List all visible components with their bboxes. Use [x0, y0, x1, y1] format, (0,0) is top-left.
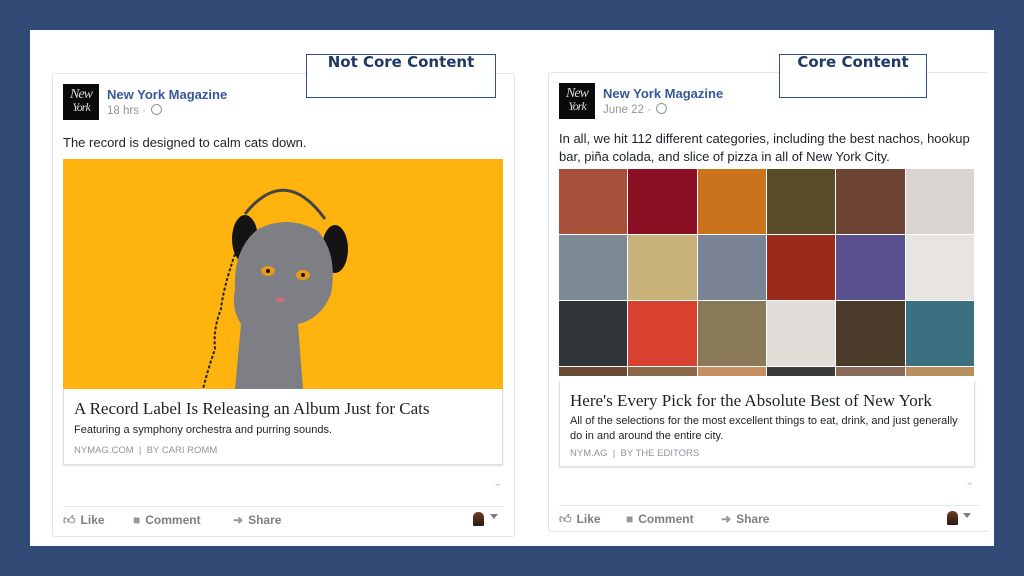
not-core-content-label: Not Core Content [306, 54, 496, 98]
globe-icon [151, 104, 163, 115]
photo-tile [836, 235, 906, 301]
photo-tile [559, 301, 629, 367]
page-logo[interactable]: New York [63, 84, 99, 120]
link-preview[interactable]: A Record Label Is Releasing an Album Jus… [63, 389, 503, 465]
photo-tile [559, 235, 629, 301]
photo-tile [905, 169, 975, 235]
share-button[interactable]: ➜ Share [233, 513, 281, 527]
link-source: NYM.AG | BY THE EDITORS [570, 448, 700, 459]
comment-button[interactable]: ■ Comment [626, 512, 694, 526]
comment-icon: ■ [626, 512, 634, 526]
photo-tile [836, 301, 906, 367]
photo-tile [697, 301, 767, 367]
chevron-down-icon[interactable]: ⌄ [493, 476, 502, 489]
photo-tile [697, 235, 767, 301]
post-card-right: New York New York Magazine June 22 · In a… [548, 72, 989, 532]
cat-with-headphones-image[interactable] [63, 159, 503, 389]
post-actions: 👍︎ Like ■ Comment ➜ Share [559, 506, 979, 534]
caret-down-icon[interactable] [490, 514, 498, 519]
photo-tile [628, 301, 698, 367]
photo-tile [767, 235, 837, 301]
link-title[interactable]: A Record Label Is Releasing an Album Jus… [74, 399, 430, 419]
chevron-down-icon[interactable]: ⌄ [965, 475, 974, 488]
share-arrow-icon: ➜ [233, 513, 244, 527]
photo-tile [836, 169, 906, 235]
page-name-link[interactable]: New York Magazine [603, 86, 723, 101]
post-card-left: New York New York Magazine 18 hrs · The r… [52, 73, 515, 537]
link-preview[interactable]: Here's Every Pick for the Absolute Best … [559, 381, 975, 467]
share-arrow-icon: ➜ [721, 512, 732, 526]
post-meta: 18 hrs · [107, 104, 163, 117]
photo-tile [767, 169, 837, 235]
post-meta: June 22 · [603, 103, 668, 116]
avatar[interactable] [947, 511, 958, 525]
link-source: NYMAG.COM | BY CARI ROMM [74, 445, 218, 456]
page-logo[interactable]: New York [559, 83, 595, 119]
photo-tile [767, 367, 837, 377]
post-text: In all, we hit 112 different categories,… [559, 131, 970, 164]
thumbs-up-icon: 👍︎ [63, 513, 76, 527]
photo-tile [905, 367, 975, 377]
photo-tile [836, 367, 906, 377]
post-text: The record is designed to calm cats down… [63, 135, 307, 150]
post-actions: 👍︎ Like ■ Comment ➜ Share [63, 507, 503, 535]
page-name-link[interactable]: New York Magazine [107, 87, 227, 102]
link-title[interactable]: Here's Every Pick for the Absolute Best … [570, 391, 932, 411]
like-button[interactable]: 👍︎ Like [559, 512, 601, 527]
photo-tile [559, 169, 629, 235]
cat-illustration [202, 188, 348, 389]
photo-tile [628, 235, 698, 301]
link-description: All of the selections for the most excel… [570, 415, 958, 442]
link-description: Featuring a symphony orchestra and purri… [74, 424, 333, 436]
caret-down-icon[interactable] [963, 513, 971, 518]
comment-button[interactable]: ■ Comment [133, 513, 201, 527]
photo-grid [559, 169, 975, 381]
post-time[interactable]: 18 hrs [107, 105, 139, 117]
photo-tile [697, 367, 767, 377]
share-button[interactable]: ➜ Share [721, 512, 769, 526]
photo-tile [628, 169, 698, 235]
photo-tile [628, 367, 698, 377]
food-and-nightlife-photo-grid[interactable] [559, 169, 975, 381]
photo-tile [905, 301, 975, 367]
thumbs-up-icon: 👍︎ [559, 512, 572, 526]
comment-icon: ■ [133, 513, 141, 527]
avatar[interactable] [473, 512, 484, 526]
core-content-label: Core Content [779, 54, 927, 98]
photo-tile [559, 367, 629, 377]
photo-tile [905, 235, 975, 301]
photo-tile [697, 169, 767, 235]
photo-tile [767, 301, 837, 367]
globe-icon [656, 103, 668, 114]
post-time[interactable]: June 22 [603, 104, 644, 116]
like-button[interactable]: 👍︎ Like [63, 513, 105, 528]
